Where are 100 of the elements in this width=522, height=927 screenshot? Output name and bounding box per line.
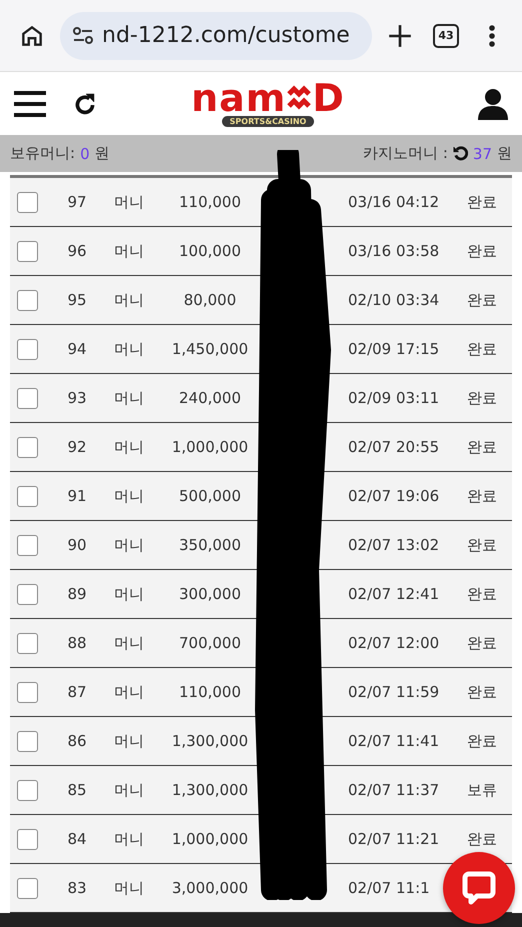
- tab-count-button[interactable]: 43: [433, 24, 459, 48]
- row-type: 머니: [113, 242, 145, 260]
- row-amount: 240,000: [178, 389, 242, 407]
- balance-amount: 0: [80, 144, 90, 162]
- row-status: 완료: [466, 732, 498, 750]
- row-status: 완료: [466, 584, 498, 604]
- row-type: 머니: [113, 634, 145, 652]
- row-status: 완료: [466, 830, 498, 848]
- row-type: 머니: [113, 438, 145, 456]
- row-status: 완료: [466, 634, 498, 652]
- row-number: 87: [66, 683, 88, 701]
- row-date: 02/07 11:1: [348, 879, 431, 897]
- row-date: 03/16 04:12: [348, 193, 440, 211]
- row-number: 93: [66, 389, 88, 407]
- row-type: 머니: [113, 388, 145, 408]
- site-settings-icon[interactable]: [72, 26, 94, 46]
- row-amount: 1,000,000: [170, 438, 250, 456]
- row-type: 머니: [113, 486, 145, 506]
- row-number: 83: [66, 879, 88, 897]
- row-amount: 300,000: [178, 585, 242, 603]
- row-checkbox[interactable]: [17, 290, 38, 310]
- row-type: 머니: [113, 536, 145, 554]
- currency-unit: 원: [94, 144, 110, 163]
- row-type: 머니: [113, 682, 145, 702]
- currency-unit: 원: [497, 144, 512, 163]
- row-number: 94: [66, 340, 88, 358]
- row-checkbox[interactable]: [17, 584, 38, 604]
- menu-icon[interactable]: [14, 90, 46, 116]
- row-amount: 110,000: [178, 683, 242, 701]
- row-status: 완료: [466, 242, 498, 260]
- logo-tagline: SPORTS&CASINO: [222, 116, 314, 127]
- row-checkbox[interactable]: [17, 780, 38, 800]
- refresh-icon[interactable]: [452, 146, 468, 161]
- row-number: 89: [66, 585, 88, 603]
- url-text: nd-1212.com/custome: [102, 23, 350, 48]
- casino-balance-amount: 37: [472, 144, 492, 162]
- row-type: 머니: [113, 830, 145, 848]
- row-number: 88: [66, 634, 88, 652]
- row-checkbox[interactable]: [17, 632, 38, 654]
- row-type: 머니: [113, 290, 145, 310]
- row-checkbox[interactable]: [17, 534, 38, 556]
- row-date: 02/09 03:11: [348, 389, 440, 407]
- row-date: 02/07 11:21: [348, 830, 440, 848]
- row-amount: 1,300,000: [170, 781, 250, 799]
- row-date: 02/07 11:41: [348, 732, 440, 750]
- casino-balance-label: 카지노머니 :: [363, 144, 448, 163]
- row-number: 96: [66, 242, 88, 260]
- row-type: 머니: [113, 780, 145, 800]
- chat-icon: [461, 870, 497, 906]
- row-checkbox[interactable]: [17, 486, 38, 506]
- row-amount: 700,000: [178, 634, 242, 652]
- row-type: 머니: [113, 878, 145, 898]
- row-date: 02/07 12:41: [348, 585, 440, 603]
- row-number: 85: [66, 781, 88, 799]
- row-number: 86: [66, 732, 88, 750]
- row-checkbox[interactable]: [17, 828, 38, 850]
- row-number: 95: [66, 291, 88, 309]
- row-checkbox[interactable]: [17, 338, 38, 360]
- row-checkbox[interactable]: [17, 436, 38, 458]
- row-date: 02/07 12:00: [348, 634, 440, 652]
- user-icon[interactable]: [478, 88, 508, 120]
- row-checkbox[interactable]: [17, 878, 38, 898]
- row-checkbox[interactable]: [17, 192, 38, 212]
- row-status: 완료: [466, 340, 498, 358]
- row-date: 02/07 11:37: [348, 781, 440, 799]
- row-checkbox[interactable]: [17, 240, 38, 262]
- address-bar[interactable]: nd-1212.com/custome: [60, 12, 372, 60]
- row-amount: 350,000: [178, 536, 242, 554]
- row-amount: 500,000: [178, 487, 242, 505]
- row-date: 02/07 20:55: [348, 438, 440, 456]
- row-amount: 1,000,000: [170, 830, 250, 848]
- logo-text: nam: [191, 80, 286, 116]
- row-date: 03/16 03:58: [348, 242, 440, 260]
- row-amount: 110,000: [178, 193, 242, 211]
- row-type: 머니: [113, 340, 145, 358]
- row-status: 보류: [466, 780, 498, 800]
- logo-text: D: [312, 80, 345, 116]
- row-status: 완료: [466, 682, 498, 702]
- row-date: 02/07 13:02: [348, 536, 440, 554]
- row-date: 02/07 19:06: [348, 487, 440, 505]
- row-date: 02/07 11:59: [348, 683, 440, 701]
- row-status: 완료: [466, 388, 498, 408]
- row-type: 머니: [113, 584, 145, 604]
- row-amount: 3,000,000: [170, 879, 250, 897]
- row-amount: 100,000: [178, 242, 242, 260]
- row-status: 완료: [466, 536, 498, 554]
- row-checkbox[interactable]: [17, 730, 38, 752]
- row-date: 02/09 17:15: [348, 340, 440, 358]
- row-status: 완료: [466, 438, 498, 456]
- row-amount: 1,300,000: [170, 732, 250, 750]
- row-checkbox[interactable]: [17, 682, 38, 702]
- wave-icon: [286, 84, 312, 112]
- row-status: 완료: [466, 192, 498, 212]
- row-status: 완료: [466, 290, 498, 310]
- row-amount: 1,450,000: [170, 340, 250, 358]
- row-number: 92: [66, 438, 88, 456]
- row-number: 90: [66, 536, 88, 554]
- row-amount: 80,000: [182, 291, 238, 309]
- row-checkbox[interactable]: [17, 388, 38, 408]
- row-number: 84: [66, 830, 88, 848]
